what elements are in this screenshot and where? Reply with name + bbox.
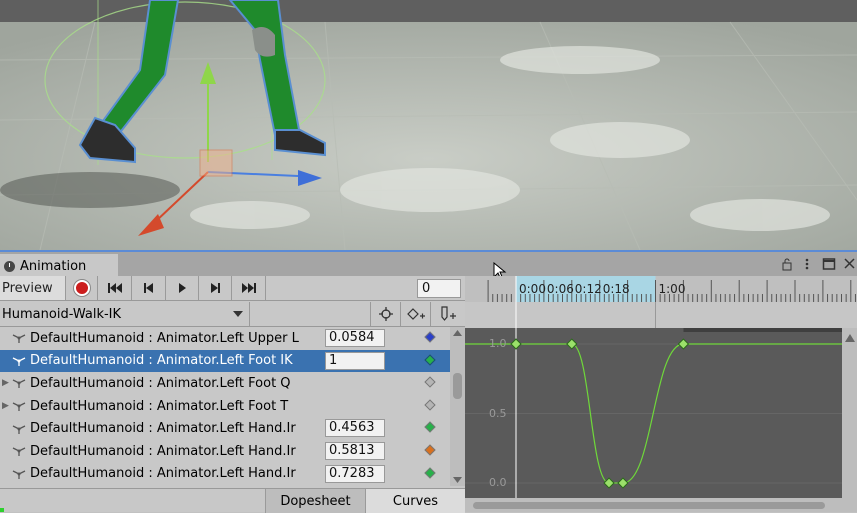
first-key-icon — [107, 282, 123, 294]
expand-arrow-icon[interactable]: ▶ — [2, 378, 12, 388]
keyframe-diamond-icon[interactable] — [424, 331, 435, 342]
property-label: DefaultHumanoid : Animator.Left Hand.Ir — [30, 466, 317, 481]
lock-icon[interactable] — [781, 257, 793, 271]
clip-bar: Humanoid-Walk-IK — [0, 301, 465, 327]
property-row[interactable]: ▶ DefaultHumanoid : Animator.Left Foot Q — [0, 372, 450, 395]
curve-canvas[interactable] — [465, 276, 857, 512]
property-value-field[interactable]: 0.7283 — [325, 465, 385, 483]
frame-input[interactable]: 0 — [417, 279, 461, 298]
property-row[interactable]: DefaultHumanoid : Animator.Left Hand.Ir 0… — [0, 440, 450, 463]
last-key-icon — [241, 282, 257, 294]
first-key-button[interactable] — [98, 276, 132, 300]
add-keyframe-button[interactable] — [400, 302, 430, 326]
event-track — [465, 302, 857, 328]
time-tick-label: 0:00 — [519, 282, 546, 296]
add-event-button[interactable] — [430, 302, 465, 326]
property-label: DefaultHumanoid : Animator.Left Upper L — [30, 331, 317, 346]
prev-key-button[interactable] — [132, 276, 166, 300]
property-value-field[interactable]: 0.4563 — [325, 419, 385, 437]
view-mode-tabs: Dopesheet Curves — [0, 488, 465, 512]
scrollbar-thumb[interactable] — [453, 373, 462, 399]
next-key-button[interactable] — [199, 276, 232, 300]
animation-window: Animation Preview 0 Humanoid-Walk-IK — [0, 250, 857, 512]
play-icon — [177, 282, 187, 294]
horizontal-scroll-thumb — [473, 502, 825, 509]
property-label: DefaultHumanoid : Animator.Left Hand.Ir — [30, 444, 317, 459]
property-list-scrollbar[interactable] — [450, 327, 465, 486]
animation-tab[interactable]: Animation — [0, 254, 118, 278]
filter-by-selection-button[interactable] — [370, 302, 400, 326]
time-tick-label: 1:00 — [659, 282, 686, 296]
playback-toolbar: Preview 0 — [0, 276, 465, 301]
property-value-field[interactable]: 0.0584 — [325, 329, 385, 347]
transform-property-icon — [12, 400, 26, 412]
add-keyframe-icon — [407, 307, 425, 321]
clip-name: Humanoid-Walk-IK — [2, 307, 121, 322]
property-value-field[interactable]: 1 — [325, 352, 385, 370]
keyframe-diamond-icon[interactable] — [424, 467, 435, 478]
transform-property-icon — [12, 445, 26, 457]
more-icon[interactable] — [803, 257, 811, 271]
vertical-scrollbar — [842, 328, 857, 512]
prev-key-icon — [143, 282, 155, 294]
record-icon — [74, 280, 90, 296]
last-key-button[interactable] — [232, 276, 266, 300]
property-value-field[interactable]: 0.5813 — [325, 442, 385, 460]
property-label: DefaultHumanoid : Animator.Left Hand.Ir — [30, 421, 317, 436]
value-axis-label: 0.0 — [489, 476, 507, 489]
close-icon[interactable] — [843, 257, 857, 271]
preview-button[interactable]: Preview — [0, 276, 66, 300]
transform-property-icon — [12, 355, 26, 367]
property-label: DefaultHumanoid : Animator.Left Foot Q — [30, 376, 317, 391]
time-tick-label: 0:12 — [575, 282, 602, 296]
property-row[interactable]: DefaultHumanoid : Animator.Left Upper L 0… — [0, 327, 450, 350]
add-event-icon — [439, 306, 457, 322]
value-axis-label: 1.0 — [489, 337, 507, 350]
keyframe-diamond-icon[interactable] — [424, 422, 435, 433]
scroll-down-icon[interactable] — [453, 477, 462, 483]
property-row[interactable]: DefaultHumanoid : Animator.Left Hand.Ir 0… — [0, 463, 450, 486]
tab-dopesheet[interactable]: Dopesheet — [265, 489, 365, 513]
time-tick-label: 0:06 — [547, 282, 574, 296]
keyframe-diamond-icon[interactable] — [424, 354, 435, 365]
keyframe-diamond-icon[interactable] — [424, 444, 435, 455]
curve-editor[interactable]: 0:000:060:120:18 1:00 1.0 0.5 0.0 — [465, 276, 857, 512]
property-row[interactable]: DefaultHumanoid : Animator.Left Foot IK 1 — [0, 350, 450, 373]
tab-curves[interactable]: Curves — [365, 489, 465, 513]
transform-property-icon — [12, 332, 26, 344]
range-shade — [684, 328, 857, 332]
value-axis-label: 0.5 — [489, 407, 507, 420]
window-tab-bar: Animation — [0, 250, 857, 276]
property-label: DefaultHumanoid : Animator.Left Foot T — [30, 399, 317, 414]
chevron-down-icon — [233, 311, 243, 317]
scroll-up-icon[interactable] — [453, 330, 462, 336]
status-indicator — [0, 508, 4, 512]
crosshair-icon — [379, 307, 393, 321]
property-list: DefaultHumanoid : Animator.Left Upper L 0… — [0, 327, 450, 486]
record-button[interactable] — [66, 276, 98, 300]
transform-property-icon — [12, 377, 26, 389]
clip-dropdown[interactable]: Humanoid-Walk-IK — [0, 302, 250, 326]
transform-property-icon — [12, 423, 26, 435]
keyframe-diamond-icon[interactable] — [424, 399, 435, 410]
property-label: DefaultHumanoid : Animator.Left Foot IK — [30, 353, 317, 368]
time-tick-label: 0:18 — [603, 282, 630, 296]
scene-view[interactable] — [0, 0, 857, 250]
next-key-icon — [209, 282, 221, 294]
property-row[interactable]: DefaultHumanoid : Animator.Left Hand.Ir 0… — [0, 417, 450, 440]
clock-icon — [4, 261, 15, 272]
transform-property-icon — [12, 468, 26, 480]
keyframe-diamond-icon[interactable] — [424, 377, 435, 388]
expand-arrow-icon[interactable]: ▶ — [2, 401, 12, 411]
play-button[interactable] — [166, 276, 199, 300]
maximize-icon[interactable] — [822, 257, 836, 271]
tab-title: Animation — [20, 259, 86, 274]
property-row[interactable]: ▶ DefaultHumanoid : Animator.Left Foot T — [0, 395, 450, 418]
